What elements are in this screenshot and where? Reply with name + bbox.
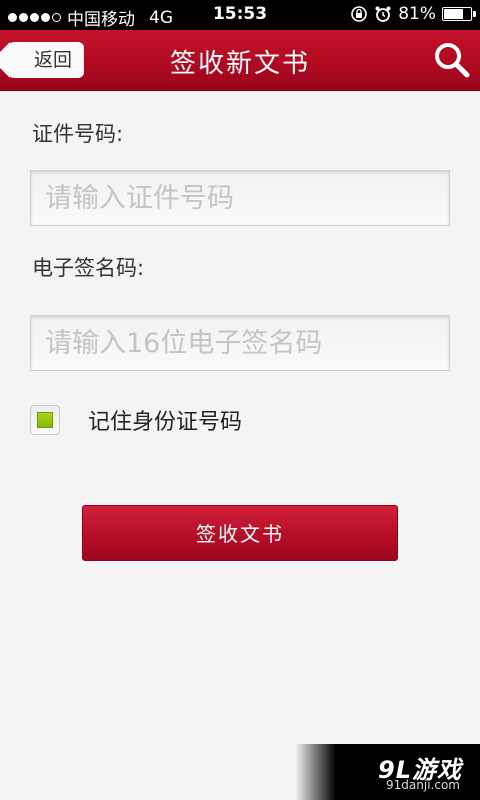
remember-id-checkbox[interactable] — [30, 405, 60, 435]
watermark-url: 91danji.com — [386, 778, 460, 792]
battery-percent: 81% — [398, 4, 436, 24]
checkbox-checked-indicator — [37, 412, 53, 428]
signature-code-label: 电子签名码: — [32, 256, 145, 280]
alarm-icon — [375, 6, 391, 22]
search-button[interactable] — [432, 40, 472, 80]
status-bar: 中国移动 4G 15:53 81% — [0, 0, 480, 30]
id-number-label: 证件号码: — [32, 122, 124, 146]
battery-fill — [444, 9, 464, 19]
battery-icon — [442, 7, 476, 21]
status-right: 81% — [350, 4, 476, 24]
sign-document-button[interactable]: 签收文书 — [82, 505, 398, 561]
rotation-lock-icon — [351, 6, 368, 22]
search-icon — [435, 43, 470, 78]
back-button[interactable]: 返回 — [0, 42, 85, 78]
remember-id-label: 记住身份证号码 — [88, 410, 243, 435]
signal-strength-icon — [8, 13, 61, 22]
remember-id-row[interactable]: 记住身份证号码 — [30, 404, 242, 436]
status-left: 中国移动 4G — [8, 5, 173, 30]
carrier-name: 中国移动 — [67, 10, 135, 30]
network-type: 4G — [149, 7, 173, 28]
nav-bar: 返回 签收新文书 — [0, 30, 480, 91]
id-number-input[interactable] — [30, 170, 450, 226]
signature-code-input[interactable] — [30, 315, 450, 371]
watermark: 9L游戏 91danji.com — [295, 744, 480, 800]
